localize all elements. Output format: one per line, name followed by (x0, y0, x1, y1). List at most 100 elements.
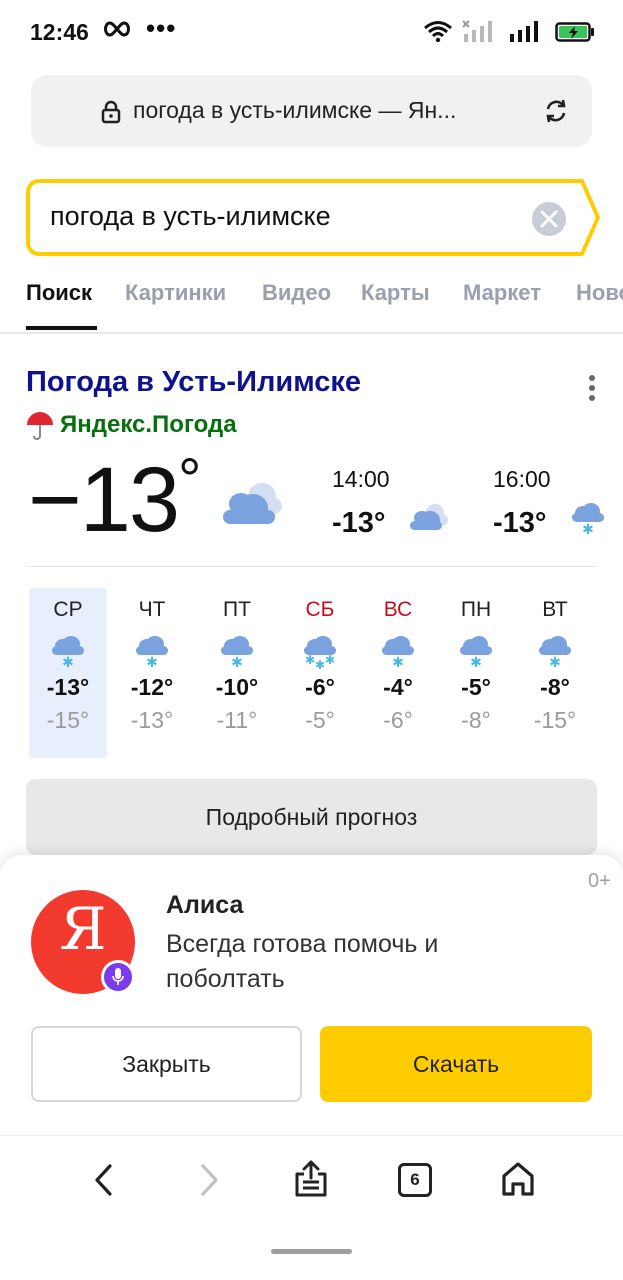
svg-text:✱: ✱ (392, 655, 404, 670)
alice-description: Всегда готова помочь и поболтать (166, 930, 439, 993)
hourly-temp: -13° (493, 507, 547, 539)
tabs-counter-button[interactable]: 6 (398, 1163, 432, 1197)
day-name: СР (53, 598, 83, 621)
day-high-temp: -6° (305, 674, 335, 700)
hourly-temp: -13° (332, 507, 386, 539)
snow-icon: ✱ (52, 636, 84, 670)
day-forecast[interactable]: ЧТ ✱ -12° -13° (113, 588, 191, 758)
day-high-temp: -13° (46, 674, 90, 700)
tab-market[interactable]: Маркет (463, 280, 541, 306)
reload-icon[interactable] (543, 98, 569, 124)
svg-text:✱: ✱ (62, 655, 74, 670)
close-icon (540, 210, 558, 228)
search-submit-arrow[interactable] (572, 179, 602, 256)
tab-maps[interactable]: Карты (361, 280, 430, 306)
snow-icon: ✱ (572, 503, 604, 537)
address-bar[interactable]: погода в усть-илимске — Ян... (31, 75, 592, 147)
day-name: ВТ (542, 598, 568, 621)
status-more-dots: ••• (146, 13, 177, 43)
tab-video[interactable]: Видео (262, 280, 331, 306)
svg-text:✱: ✱ (582, 522, 594, 537)
alice-logo-letter: Я (59, 895, 107, 963)
signal-icon (510, 21, 538, 42)
hourly-time: 16:00 (493, 466, 551, 492)
cloudy-icon (410, 504, 448, 530)
degree-sign: ° (178, 447, 201, 512)
heavy-snow-icon: ✱ ✱ ✱ (304, 636, 336, 670)
day-forecast[interactable]: ПТ ✱ -10° -11° (198, 588, 276, 758)
day-forecast[interactable]: СР ✱ -13° -15° (29, 588, 107, 758)
status-time: 12:46 (30, 19, 89, 45)
svg-text:✱: ✱ (549, 655, 561, 670)
day-high-temp: -4° (383, 674, 413, 700)
day-low-temp: -13° (130, 707, 174, 733)
day-forecast[interactable]: ВС ✱ -4° -6° (359, 588, 437, 758)
gesture-bar[interactable] (271, 1249, 352, 1254)
microphone-icon (112, 968, 124, 985)
day-name: ПН (460, 598, 492, 621)
home-icon[interactable] (500, 1160, 536, 1198)
day-name: СБ (305, 598, 335, 621)
lock-icon (101, 100, 121, 124)
day-name: ЧТ (138, 598, 166, 621)
more-options-icon[interactable] (588, 375, 596, 401)
share-icon[interactable] (293, 1160, 329, 1198)
day-forecast[interactable]: ВТ ✱ -8° -15° (516, 588, 594, 758)
alice-promo-sheet: 0+ Я Алиса Всегда готова помочь и поболт… (0, 855, 623, 1135)
active-tab-indicator (26, 326, 97, 330)
tab-news[interactable]: Новости (576, 280, 623, 306)
day-name: ВС (383, 598, 413, 621)
age-rating-badge: 0+ (588, 870, 611, 892)
detailed-forecast-button[interactable]: Подробный прогноз (26, 779, 597, 855)
weather-source-link[interactable]: Яндекс.Погода (60, 411, 237, 439)
day-high-temp: -5° (461, 674, 491, 700)
search-input[interactable]: погода в усть-илимске (26, 179, 574, 256)
clear-search-button[interactable] (532, 202, 566, 236)
alice-title: Алиса (166, 891, 244, 919)
svg-text:✱: ✱ (305, 653, 315, 667)
svg-text:✱: ✱ (470, 655, 482, 670)
tab-search[interactable]: Поиск (26, 280, 92, 306)
url-text[interactable]: погода в усть-илимске — Ян... (133, 97, 456, 124)
day-name: ПТ (223, 598, 251, 621)
day-forecast[interactable]: ПН ✱ -5° -8° (437, 588, 515, 758)
infinity-icon (104, 21, 130, 37)
cloudy-icon (223, 483, 282, 524)
snow-icon: ✱ (221, 636, 253, 670)
browser-bottom-bar: 6 (0, 1135, 623, 1280)
hourly-forecast-1600: 16:00 -13° (493, 466, 551, 540)
weather-title-link[interactable]: Погода в Усть-Илимске (26, 366, 361, 399)
tab-images[interactable]: Картинки (125, 280, 226, 306)
battery-charging-icon (555, 22, 594, 42)
signal-icon-disabled (462, 20, 492, 42)
day-low-temp: -8° (461, 707, 491, 733)
umbrella-icon (27, 412, 53, 440)
snow-icon: ✱ (460, 636, 492, 670)
current-temperature: −13° (28, 446, 201, 553)
day-low-temp: -15° (533, 707, 577, 733)
snow-icon: ✱ (382, 636, 414, 670)
day-low-temp: -6° (383, 707, 413, 733)
day-low-temp: -15° (46, 707, 90, 733)
current-temp-value: −13 (28, 449, 180, 551)
status-bar: 12:46 ••• (0, 0, 623, 66)
weather-divider (26, 566, 597, 567)
hourly-time: 14:00 (332, 466, 390, 492)
download-button[interactable]: Скачать (320, 1026, 592, 1102)
svg-text:✱: ✱ (146, 655, 158, 670)
forward-icon[interactable] (197, 1162, 221, 1198)
svg-text:✱: ✱ (325, 653, 335, 667)
wifi-icon (424, 21, 452, 42)
day-high-temp: -8° (540, 674, 570, 700)
search-query[interactable]: погода в усть-илимске (50, 201, 331, 232)
back-icon[interactable] (92, 1162, 116, 1198)
day-high-temp: -12° (130, 674, 174, 700)
day-forecast[interactable]: СБ ✱ ✱ ✱ -6° -5° (281, 588, 359, 758)
svg-text:✱: ✱ (315, 658, 325, 670)
snow-icon: ✱ (539, 636, 571, 670)
close-button[interactable]: Закрыть (31, 1026, 302, 1102)
svg-text:✱: ✱ (231, 655, 243, 670)
day-low-temp: -11° (216, 707, 258, 733)
microphone-badge (101, 960, 135, 994)
search-tabs: Поиск Картинки Видео Карты Маркет Новост… (0, 268, 623, 334)
